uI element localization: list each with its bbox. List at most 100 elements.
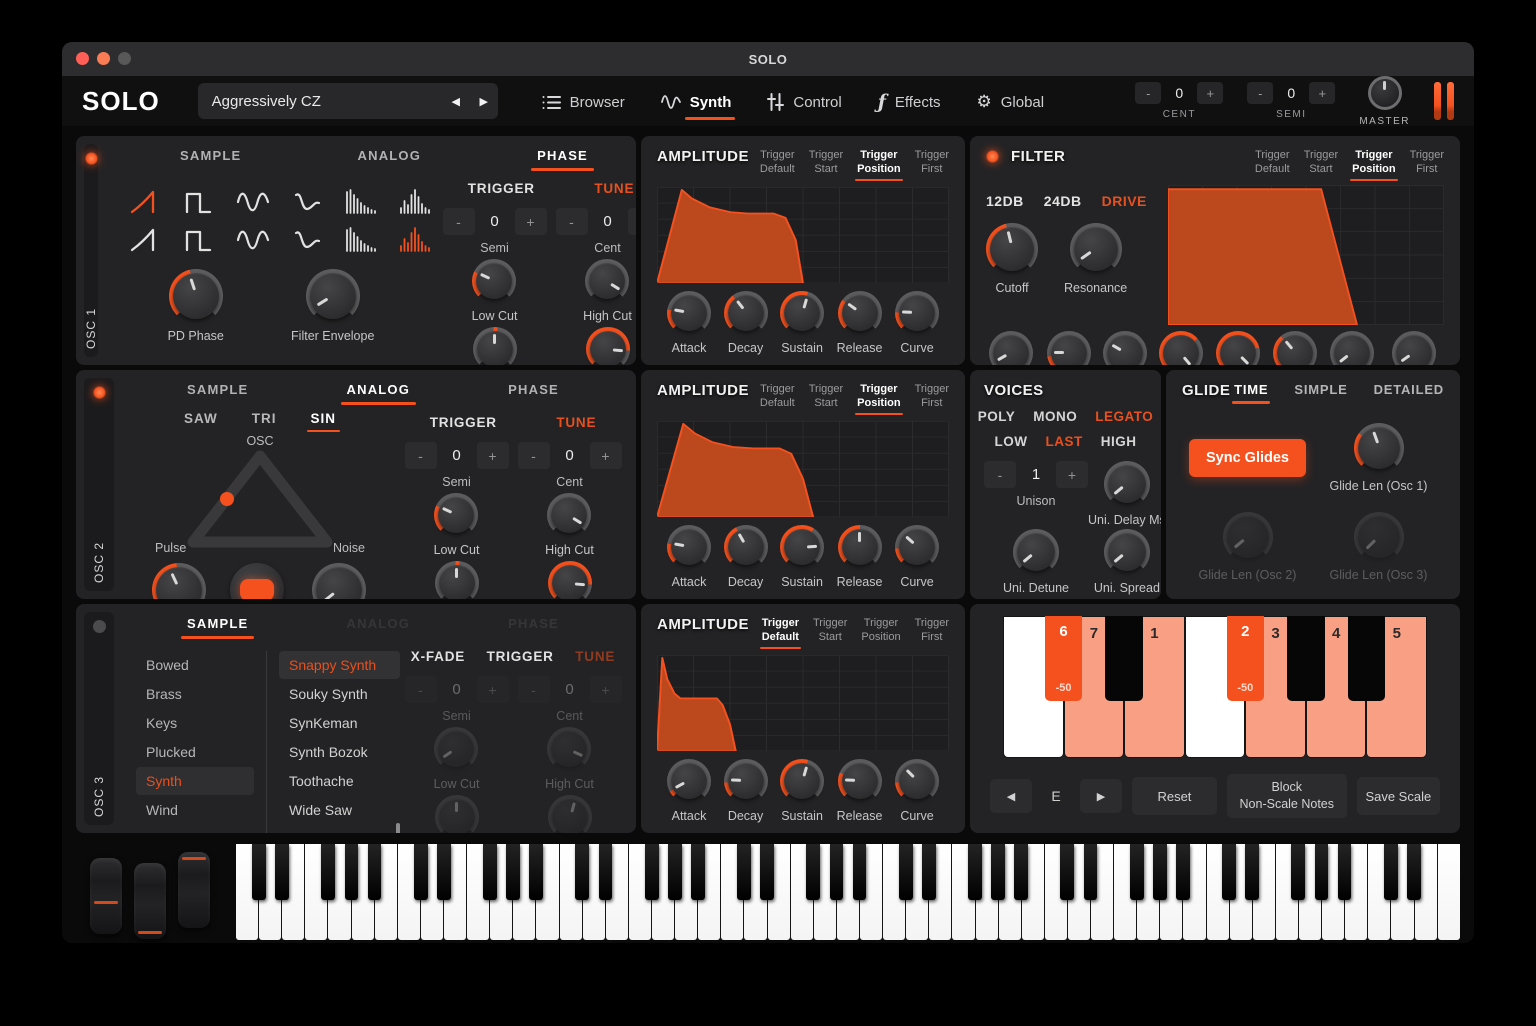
piano-black-key[interactable] [345,844,359,900]
square-wave-icon[interactable] [176,185,222,219]
spectrum-a-icon[interactable] [338,223,384,257]
low-cut-knob-dial[interactable] [434,727,478,771]
osc3-semi-plus-button[interactable]: + [477,676,509,703]
release-knob[interactable]: Release [837,291,883,355]
zoom-window-button[interactable] [118,52,131,65]
trigger-mode-default[interactable]: TriggerDefault [762,616,799,649]
semi-minus-button[interactable]: - [1247,82,1273,104]
note-priority-last[interactable]: LAST [1046,434,1083,449]
piano-black-key[interactable] [1384,844,1398,900]
uni-spread-knob[interactable]: Uni. Spread [1094,529,1160,595]
resonance-knob[interactable]: Resonance [1064,223,1127,295]
osc1-semi-plus-button[interactable]: + [515,208,547,235]
osc2-wave-sin[interactable]: SIN [311,411,337,432]
saw-wave-icon[interactable] [122,223,168,257]
decay-knob-dial[interactable] [724,291,768,335]
noise-colour-knob[interactable]: Noise Colour [303,563,375,599]
trigger-mode-default[interactable]: TriggerDefault [760,382,795,415]
release-knob[interactable]: Release [837,759,883,823]
piano-black-key[interactable] [806,844,820,900]
glide-len-osc-1-knob-dial[interactable] [1354,423,1404,473]
sustain-knob[interactable]: Sustain [780,759,824,823]
preset-name[interactable]: Aggressively CZ [198,93,442,110]
piano-black-key[interactable] [1130,844,1144,900]
trigger-mode-first[interactable]: TriggerFirst [915,148,949,181]
trigger-mode-start[interactable]: TriggerStart [813,616,847,649]
decay-knob[interactable]: Decay [724,525,768,589]
low-cut-knob-dial[interactable] [472,259,516,303]
glide-tab-detailed[interactable]: DETAILED [1374,382,1444,404]
category-keys[interactable]: Keys [136,709,254,737]
scale-black-key-4[interactable] [1287,616,1325,701]
amp1-envelope-display[interactable] [657,187,949,283]
low-cut-knob[interactable]: Low Cut [434,493,480,557]
aux-wheel[interactable] [178,852,210,928]
piano-black-key[interactable] [922,844,936,900]
half-sine-wave-icon[interactable] [284,223,330,257]
piano-black-key[interactable] [899,844,913,900]
release-knob-dial[interactable] [838,291,882,335]
scale-black-key-2[interactable] [1105,616,1143,701]
piano-black-key[interactable] [1153,844,1167,900]
trigger-mode-first[interactable]: TriggerFirst [1410,148,1444,181]
sample-wide-saw[interactable]: Wide Saw [279,796,400,824]
uni-detune-knob-dial[interactable] [1013,529,1059,575]
pan-knob[interactable]: Pan [473,327,517,365]
osc2-semi-plus-button[interactable]: + [477,442,509,469]
piano-black-key[interactable] [853,844,867,900]
filter-envelope-knob-dial[interactable] [306,269,360,323]
high-cut-knob[interactable]: High Cut [545,493,594,557]
osc1-tab-analog[interactable]: ANALOG [358,148,422,171]
preset-next-button[interactable]: ▶ [470,83,498,119]
piano-black-key[interactable] [737,844,751,900]
key-track-knob[interactable]: Key Track [1386,331,1442,365]
release-knob[interactable]: Release [837,525,883,589]
attack-knob[interactable]: Attack [667,291,711,355]
piano-black-key[interactable] [275,844,289,900]
osc1-tab-phase[interactable]: PHASE [537,148,588,171]
mod-wheel[interactable] [134,863,166,939]
piano-black-key[interactable] [414,844,428,900]
osc3-tab-analog[interactable]: ANALOG [347,616,411,639]
osc3-cent-plus-button[interactable]: + [590,676,622,703]
curve-knob[interactable]: Curve [895,291,939,355]
unison-plus-button[interactable]: + [1056,461,1088,488]
level-knob-dial[interactable] [548,561,592,599]
sync-toggle[interactable] [230,563,284,599]
double-sine-wave-icon[interactable] [230,185,276,219]
scale-root-next-button[interactable]: ▶ [1080,779,1122,813]
scale-black-key-3[interactable]: 2-50 [1227,616,1265,701]
voice-mode-mono[interactable]: MONO [1033,409,1077,424]
piano-black-key[interactable] [1407,844,1421,900]
piano-black-key[interactable] [529,844,543,900]
piano-black-key[interactable] [760,844,774,900]
curve-knob-dial[interactable] [895,291,939,335]
decay-knob-dial[interactable] [724,525,768,569]
piano-black-key[interactable] [668,844,682,900]
piano-black-key[interactable] [575,844,589,900]
piano-black-key[interactable] [437,844,451,900]
level-knob[interactable]: Level [586,327,630,365]
low-cut-knob-dial[interactable] [434,493,478,537]
osc2-tab-sample[interactable]: SAMPLE [187,382,248,405]
uni-delay-ms-knob-dial[interactable] [1104,461,1150,507]
cent-minus-button[interactable]: - [1135,82,1161,104]
piano-black-key[interactable] [830,844,844,900]
osc1-semi-minus-button[interactable]: - [443,208,475,235]
high-cut-knob[interactable]: High Cut [583,259,632,323]
category-bowed[interactable]: Bowed [136,651,254,679]
sustain-knob-dial[interactable] [780,759,824,803]
voice-mode-poly[interactable]: POLY [978,409,1016,424]
noise-colour-knob-dial[interactable] [312,563,366,599]
osc3-cent-minus-button[interactable]: - [518,676,550,703]
osc1-tune-tab[interactable]: TUNE [594,181,634,196]
low-cut-knob[interactable]: Low Cut [472,259,518,323]
piano-black-key[interactable] [321,844,335,900]
pan-knob[interactable]: Pan [435,795,479,833]
curve-knob[interactable]: Curve [895,759,939,823]
sync-glides-button[interactable]: Sync Glides [1189,439,1306,477]
uni-detune-knob[interactable]: Uni. Detune [1003,529,1069,595]
cent-plus-button[interactable]: + [1197,82,1223,104]
filter-envelope-display[interactable] [1168,185,1444,325]
key-track-knob-dial[interactable] [1392,331,1436,365]
